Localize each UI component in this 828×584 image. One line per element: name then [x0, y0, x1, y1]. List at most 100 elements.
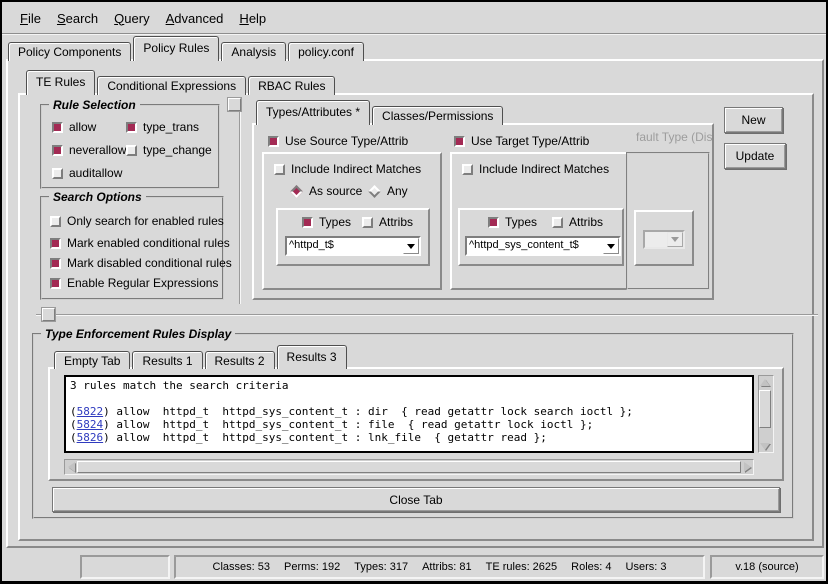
chevron-down-icon: [607, 244, 615, 249]
menu-file[interactable]: File: [12, 8, 49, 29]
tab-policy-rules[interactable]: Policy Rules: [133, 36, 219, 61]
scroll-left-arrow[interactable]: [65, 461, 77, 473]
tab-analysis[interactable]: Analysis: [221, 42, 286, 61]
results-text-area[interactable]: 3 rules match the search criteria (5822)…: [64, 375, 754, 453]
checkbox-indicator: [462, 164, 473, 175]
checkbox-type-trans[interactable]: type_trans: [126, 120, 199, 134]
new-button[interactable]: New: [724, 107, 783, 133]
checkbox-indicator: [50, 238, 61, 249]
checkbox-source-types[interactable]: Types: [302, 215, 351, 229]
tab-results-3[interactable]: Results 3: [277, 345, 347, 369]
checkbox-auditallow[interactable]: auditallow: [52, 166, 122, 180]
combobox-dropdown-button[interactable]: [603, 238, 619, 254]
checkbox-label: Types: [319, 215, 351, 229]
checkbox-mark-disabled-conditional[interactable]: Mark disabled conditional rules: [50, 256, 232, 270]
rule-line: (5822) allow httpd_t httpd_sys_content_t…: [70, 405, 633, 418]
checkbox-type-change[interactable]: type_change: [126, 143, 212, 157]
menu-query[interactable]: Query: [106, 8, 157, 29]
search-options-title: Search Options: [49, 190, 146, 204]
checkbox-indicator: [50, 278, 61, 289]
tab-conditional-expressions[interactable]: Conditional Expressions: [97, 76, 246, 95]
checkbox-indicator: [50, 258, 61, 269]
checkbox-label: Use Source Type/Attrib: [285, 134, 408, 148]
checkbox-label: type_change: [143, 143, 212, 157]
checkbox-use-target-type[interactable]: Use Target Type/Attrib: [454, 134, 589, 148]
checkbox-label: Use Target Type/Attrib: [471, 134, 589, 148]
arrow-left-icon: [68, 462, 75, 472]
checkbox-neverallow[interactable]: neverallow: [52, 143, 126, 157]
default-type-combobox: [643, 230, 685, 249]
checkbox-indicator: [302, 217, 313, 228]
checkbox-indicator: [52, 168, 63, 179]
horizontal-sash-handle[interactable]: [42, 308, 55, 321]
menu-search[interactable]: Search: [49, 8, 106, 29]
menu-help[interactable]: Help: [231, 8, 274, 29]
checkbox-indicator: [52, 122, 63, 133]
results-summary: 3 rules match the search criteria: [70, 379, 289, 392]
radio-label: As source: [309, 184, 362, 198]
chevron-down-icon: [671, 237, 679, 242]
close-tab-button[interactable]: Close Tab: [52, 487, 780, 512]
checkbox-target-types[interactable]: Types: [488, 215, 537, 229]
tab-policy-conf[interactable]: policy.conf: [288, 42, 364, 61]
rule-number-link[interactable]: 5826: [77, 431, 104, 444]
checkbox-label: Types: [505, 215, 537, 229]
apol-window: File Search Query Advanced Help Policy C…: [0, 0, 828, 584]
horizontal-scrollbar[interactable]: [64, 459, 754, 475]
radio-as-source[interactable]: As source: [290, 184, 362, 198]
combobox-value: [645, 232, 667, 247]
arrow-down-icon: [760, 443, 770, 450]
checkbox-indicator: [126, 145, 137, 156]
checkbox-enable-regex[interactable]: Enable Regular Expressions: [50, 276, 218, 290]
checkbox-indicator: [454, 136, 465, 147]
checkbox-source-attribs[interactable]: Attribs: [362, 215, 413, 229]
vertical-scrollbar-thumb[interactable]: [759, 390, 771, 428]
stat-attribs: Attribs: 81: [422, 561, 472, 573]
radio-any[interactable]: Any: [368, 184, 408, 198]
checkbox-only-search-enabled[interactable]: Only search for enabled rules: [50, 214, 224, 228]
stat-types: Types: 317: [354, 561, 408, 573]
checkbox-source-indirect[interactable]: Include Indirect Matches: [274, 162, 421, 176]
checkbox-target-indirect[interactable]: Include Indirect Matches: [462, 162, 609, 176]
scroll-down-arrow[interactable]: [759, 440, 771, 452]
combobox-dropdown-button[interactable]: [403, 238, 419, 254]
stat-roles: Roles: 4: [571, 561, 611, 573]
tab-policy-components[interactable]: Policy Components: [8, 42, 131, 61]
stat-classes: Classes: 53: [213, 561, 270, 573]
tab-results-2[interactable]: Results 2: [205, 351, 275, 369]
checkbox-use-source-type[interactable]: Use Source Type/Attrib: [268, 134, 408, 148]
tab-classes-permissions[interactable]: Classes/Permissions: [372, 106, 503, 125]
vertical-scrollbar[interactable]: [758, 375, 774, 453]
update-button[interactable]: Update: [724, 143, 786, 169]
checkbox-indicator: [362, 217, 373, 228]
checkbox-target-attribs[interactable]: Attribs: [552, 215, 603, 229]
stat-users: Users: 3: [626, 561, 667, 573]
scroll-right-arrow[interactable]: [741, 461, 753, 473]
checkbox-allow[interactable]: allow: [52, 120, 96, 134]
policy-version: v.18 (source): [735, 561, 798, 573]
menu-advanced[interactable]: Advanced: [158, 8, 232, 29]
scroll-up-arrow[interactable]: [759, 376, 771, 388]
target-type-combobox[interactable]: ^httpd_sys_content_t$: [465, 236, 621, 256]
tab-empty-tab[interactable]: Empty Tab: [54, 351, 130, 369]
arrow-up-icon: [760, 379, 770, 386]
checkbox-indicator: [52, 145, 63, 156]
horizontal-scrollbar-thumb[interactable]: [77, 461, 741, 473]
checkbox-label: allow: [69, 120, 96, 134]
main-tab-bar: Policy Components Policy Rules Analysis …: [8, 36, 366, 61]
tab-types-attributes[interactable]: Types/Attributes *: [256, 100, 370, 125]
stat-te-rules: TE rules: 2625: [486, 561, 558, 573]
rule-number-link[interactable]: 5824: [77, 418, 104, 431]
tab-rbac-rules[interactable]: RBAC Rules: [248, 76, 335, 95]
criteria-tab-bar: Types/Attributes * Classes/Permissions: [256, 100, 505, 125]
tab-results-1[interactable]: Results 1: [132, 351, 202, 369]
menu-separator: [2, 33, 826, 35]
vertical-sash-handle[interactable]: [228, 98, 241, 111]
checkbox-mark-enabled-conditional[interactable]: Mark enabled conditional rules: [50, 236, 230, 250]
source-type-combobox[interactable]: ^httpd_t$: [285, 236, 421, 256]
combobox-dropdown-button: [667, 232, 683, 247]
rule-number-link[interactable]: 5822: [77, 405, 104, 418]
rule-line: (5824) allow httpd_t httpd_sys_content_t…: [70, 418, 593, 431]
tab-te-rules[interactable]: TE Rules: [26, 70, 95, 95]
status-panel-stats: Classes: 53 Perms: 192 Types: 317 Attrib…: [174, 555, 705, 579]
